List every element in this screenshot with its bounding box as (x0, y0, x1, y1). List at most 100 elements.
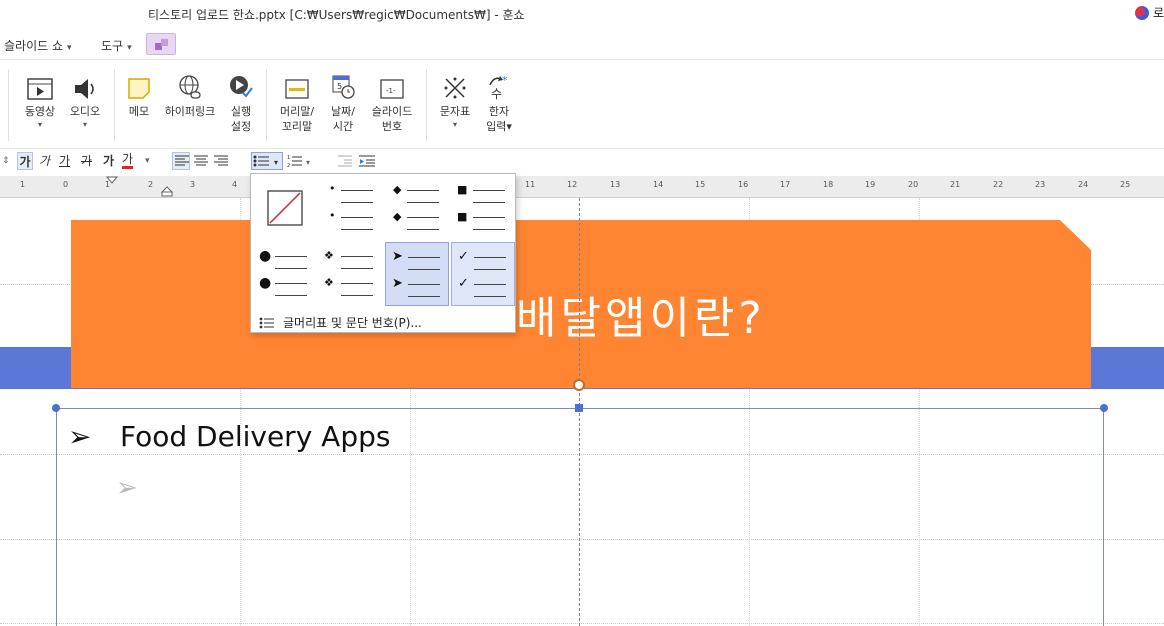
chevron-down-icon: ▾ (37, 120, 42, 129)
menu-slideshow[interactable]: 슬라이드 쇼 ▾ (4, 37, 72, 54)
italic-button[interactable]: 가 (39, 152, 50, 170)
slide-canvas[interactable]: 배달앱이란? ➢ Food Delivery Apps ➢ (0, 198, 1164, 626)
play-check-icon (224, 71, 258, 101)
large-dot-icon: ● (259, 275, 272, 291)
small-dot-icon: • (329, 209, 336, 222)
ruler-number: 22 (993, 180, 1004, 189)
chevron-down-icon[interactable]: ▾ (145, 152, 150, 170)
svg-text:*: * (502, 74, 508, 87)
list-line (474, 257, 506, 258)
menu-tools[interactable]: 도구 ▾ (101, 37, 132, 54)
calendar-clock-icon: 5 (324, 71, 362, 101)
numbered-list-button[interactable]: 1 2 ▾ (287, 152, 313, 170)
resize-handle[interactable] (575, 404, 583, 412)
strikethrough-button[interactable]: 가 (81, 152, 92, 170)
login-area[interactable]: 로 (1134, 4, 1164, 21)
bullet-list-button[interactable]: ▾ (251, 152, 283, 170)
list-line (473, 229, 505, 230)
slide-number-line1: 슬라이드 (371, 105, 413, 118)
ruler-number: 2 (148, 180, 154, 189)
audio-button[interactable]: 오디오 ▾ (64, 71, 106, 131)
memo-button[interactable]: 메모 (122, 71, 156, 119)
bullet-option-checkmark[interactable]: ✓ ✓ (451, 242, 515, 306)
list-line (341, 283, 373, 284)
spin-icon[interactable]: ⇕ (2, 152, 10, 170)
horizontal-ruler[interactable]: 1 0 1 2 3 4 11 12 13 14 15 16 17 18 19 2… (0, 176, 1164, 198)
memo-icon (122, 71, 156, 101)
align-right-icon (214, 155, 228, 166)
arrow-bullet-icon: ➤ (392, 276, 403, 291)
svg-text:수: 수 (491, 87, 502, 101)
hanja-button[interactable]: * 수 한자 입력▾ (480, 71, 518, 134)
svg-text:5: 5 (337, 82, 342, 91)
bullet-item[interactable]: ➢ Food Delivery Apps (68, 420, 390, 453)
slide-title[interactable]: 배달앱이란? (516, 282, 766, 346)
list-line (408, 284, 440, 285)
ruler-number: 18 (823, 180, 834, 189)
bullet-option-none[interactable] (253, 176, 317, 240)
diamond-icon: ◆ (393, 183, 402, 196)
bold-button[interactable]: 가 (17, 152, 33, 170)
rotate-handle[interactable] (573, 379, 585, 391)
globe-link-icon (160, 71, 220, 101)
svg-text:▾: ▾ (306, 158, 310, 167)
align-right-button[interactable] (214, 152, 228, 170)
slide-number-button[interactable]: -1- 슬라이드 번호 (366, 71, 418, 134)
align-center-button[interactable] (194, 152, 208, 170)
resize-handle[interactable] (52, 404, 60, 412)
bullet-option-arrow[interactable]: ➤ ➤ (385, 242, 449, 306)
chevron-down-icon: ▾ (67, 43, 72, 53)
align-center-icon (194, 155, 208, 166)
quick-style-button[interactable] (146, 33, 176, 55)
list-line (275, 295, 307, 296)
hanja-line2: 입력▾ (486, 120, 512, 133)
resize-handle[interactable] (1100, 404, 1108, 412)
hyperlink-button[interactable]: 하이퍼링크 (160, 71, 220, 119)
bullet-option-square[interactable]: ■ ■ (451, 176, 515, 240)
large-dot-icon: ● (259, 248, 272, 264)
header-footer-icon (274, 71, 320, 101)
ruler-number: 16 (738, 180, 749, 189)
date-time-button[interactable]: 5 날짜/ 시간 (324, 71, 362, 134)
app-window: 티스토리 업로드 한쇼.pptx [C:₩Users₩regic₩Documen… (0, 0, 1164, 626)
decrease-indent-button[interactable] (338, 152, 352, 170)
ruler-number: 1 (20, 180, 26, 189)
window-title: 티스토리 업로드 한쇼.pptx [C:₩Users₩regic₩Documen… (148, 8, 525, 22)
align-left-button[interactable] (172, 152, 190, 170)
left-indent-marker[interactable] (161, 186, 173, 198)
ruler-number: 20 (908, 180, 919, 189)
list-line (407, 217, 439, 218)
ruler-number: 23 (1035, 180, 1046, 189)
bullet-option-four-diamond[interactable]: ❖ ❖ (319, 242, 383, 306)
header-footer-line2: 꼬리말 (281, 120, 313, 133)
no-bullet-icon (267, 190, 303, 226)
run-settings-button[interactable]: 실행 설정 (224, 71, 258, 134)
increase-indent-button[interactable] (359, 152, 375, 170)
list-line (341, 202, 373, 203)
underline-button[interactable]: 가 (59, 152, 70, 170)
account-icon (1134, 5, 1149, 20)
svg-text:-1-: -1- (386, 87, 396, 95)
list-line (341, 229, 373, 230)
bullet-option-diamond[interactable]: ◆ ◆ (385, 176, 449, 240)
empty-bullet-item[interactable]: ➢ (116, 473, 138, 503)
bullet-numbering-dialog-link[interactable]: 글머리표 및 문단 번호(P)... (259, 314, 422, 331)
checkmark-icon: ✓ (458, 276, 469, 291)
run-settings-line2: 설정 (230, 120, 252, 133)
font-color-button[interactable]: 가 (122, 152, 134, 169)
list-line (474, 284, 506, 285)
bullet-option-large-dot[interactable]: ● ● (253, 242, 317, 306)
list-line (474, 296, 506, 297)
ruler-number: 0 (63, 180, 69, 189)
symbol-button[interactable]: 문자표 ▾ (434, 71, 476, 131)
ribbon-separator (8, 69, 9, 141)
header-footer-button[interactable]: 머리말/ 꼬리말 (274, 71, 320, 134)
header-footer-line1: 머리말/ (279, 105, 315, 118)
ruler-number: 25 (1120, 180, 1131, 189)
ruler-number: 15 (695, 180, 706, 189)
bullet-option-small-dot[interactable]: • • (319, 176, 383, 240)
video-button[interactable]: 동영상 ▾ (20, 71, 60, 131)
outline-button[interactable]: 가 (103, 152, 114, 170)
first-indent-marker[interactable] (106, 176, 118, 186)
list-line (408, 296, 440, 297)
